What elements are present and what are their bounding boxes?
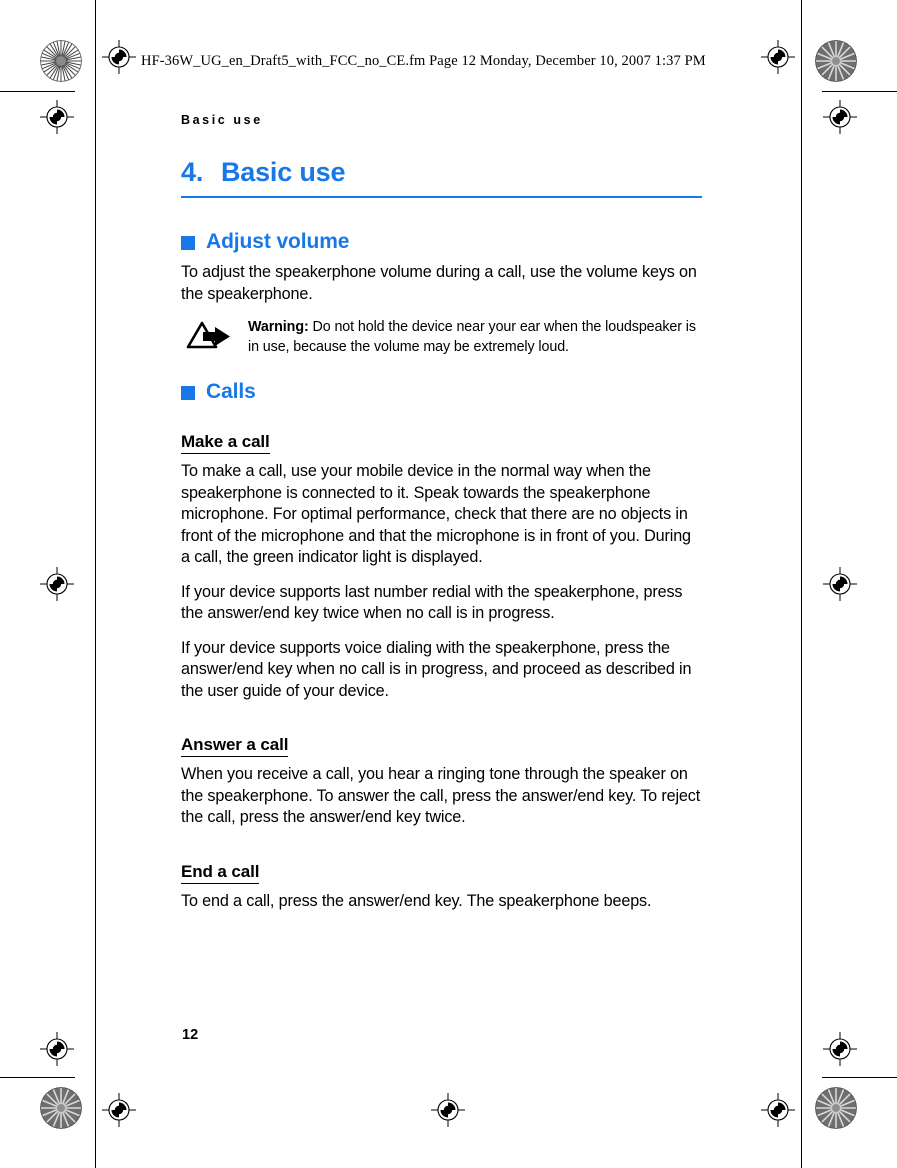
warning-body: Do not hold the device near your ear whe…: [248, 319, 696, 355]
section-heading-label: Calls: [206, 380, 256, 403]
paragraph: To end a call, press the answer/end key.…: [181, 891, 652, 910]
paragraph: If your device supports last number redi…: [181, 582, 683, 623]
subsection-heading-answer-a-call: Answer a call: [181, 735, 288, 757]
subsection-heading-end-a-call: End a call: [181, 862, 259, 884]
chapter-number: 4.: [181, 157, 204, 187]
section-heading-adjust-volume: Adjust volume: [181, 230, 702, 254]
warning-text: Warning: Do not hold the device near you…: [248, 318, 702, 357]
warning-triangle-arrow-icon: [185, 320, 237, 354]
section-heading-calls: Calls: [181, 380, 702, 404]
subsection-end-a-call: End a call: [181, 862, 702, 891]
warning-label: Warning:: [248, 319, 309, 335]
paragraph: If your device supports voice dialing wi…: [181, 638, 692, 700]
chapter-title-text: Basic use: [221, 157, 346, 187]
document-page: Basic use 4. Basic use Adjust volume To a…: [0, 0, 897, 1168]
section-adjust-volume: Adjust volume To adjust the speakerphone…: [181, 230, 702, 362]
page-title: 4. Basic use: [181, 157, 701, 188]
paragraph: When you receive a call, you hear a ring…: [181, 765, 701, 826]
paragraph: To make a call, use your mobile device i…: [181, 462, 691, 566]
chapter-title-rule: [181, 196, 702, 198]
subsection-heading-make-a-call: Make a call: [181, 432, 270, 454]
warning-callout: Warning: Do not hold the device near you…: [181, 318, 702, 362]
square-bullet-icon: [181, 386, 195, 400]
page-body: Adjust volume To adjust the speakerphone…: [181, 230, 702, 925]
subsection-make-a-call: Make a call: [181, 432, 702, 461]
running-header: Basic use: [181, 113, 263, 127]
section-calls: Calls Make a call To make a call, use yo…: [181, 380, 702, 912]
page-number: 12: [182, 1027, 199, 1043]
section-heading-label: Adjust volume: [206, 230, 350, 253]
subsection-answer-a-call: Answer a call: [181, 735, 702, 764]
paragraph: To adjust the speakerphone volume during…: [181, 263, 697, 303]
square-bullet-icon: [181, 236, 195, 250]
